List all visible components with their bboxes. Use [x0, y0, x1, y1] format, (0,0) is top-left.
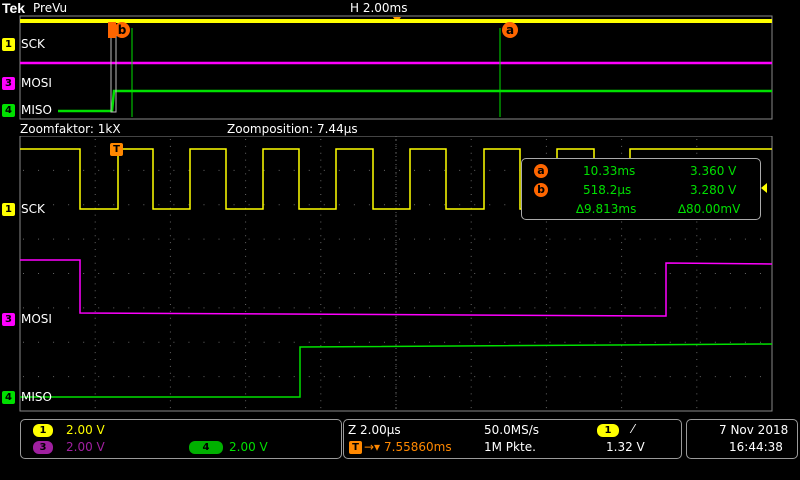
readout-b-letter: b	[537, 183, 545, 196]
ch4-marker-icon: 4	[2, 104, 15, 117]
trigger-level-arrow-icon	[761, 183, 767, 193]
readout-b-icon: b	[534, 183, 548, 197]
date: 7 Nov 2018	[719, 423, 789, 437]
datetime-panel: 7 Nov 2018 16:44:38	[686, 419, 798, 459]
footer-ch3-icon: 3	[33, 441, 53, 454]
trigger-arrow-icon: →▾	[364, 440, 381, 454]
readout-a-letter: a	[537, 164, 545, 177]
zoom-ch3-marker-icon: 3	[2, 313, 15, 326]
overview-border	[19, 15, 773, 120]
readout-b-time: 518.2µs	[583, 183, 632, 197]
zoom-ch4-marker-icon: 4	[2, 391, 15, 404]
sample-rate: 50.0MS/s	[484, 423, 539, 437]
ch3-name: MOSI	[21, 76, 52, 90]
trigger-source-icon: 1	[597, 424, 619, 437]
footer-ch4-icon: 4	[189, 441, 223, 454]
readout-a-volt: 3.360 V	[690, 164, 737, 178]
sck-overview-trace	[20, 19, 772, 23]
record-length: 1M Pkte.	[484, 440, 536, 454]
footer-ch1-scale: 2.00 V	[66, 423, 105, 437]
trigger-marker-zoom: T	[110, 143, 123, 156]
zoom-time-scale: Z 2.00µs	[348, 423, 401, 437]
cursor-b-label: b	[117, 23, 127, 37]
vertical-settings-panel[interactable]: 1 2.00 V 3 2.00 V 4 2.00 V	[20, 419, 342, 459]
trigger-marker-label: T	[113, 144, 120, 155]
ch1-marker-icon: 1	[2, 38, 15, 51]
ch1-name: SCK	[21, 37, 45, 51]
trigger-position-icon-footer: T	[349, 441, 362, 454]
trigger-tag-overview	[108, 22, 116, 38]
readout-delta-volt: ∆80.00mV	[678, 202, 741, 216]
footer-ch3-scale: 2.00 V	[66, 440, 105, 454]
zoom-factor: Zoomfaktor: 1kX	[20, 122, 121, 136]
zoom-ch3-name: MOSI	[21, 312, 52, 326]
horizontal-scale[interactable]: H 2.00ms	[350, 1, 408, 15]
footer-ch1-icon: 1	[33, 424, 53, 437]
acquisition-mode: PreVu	[33, 1, 68, 15]
ch3-marker-icon: 3	[2, 77, 15, 90]
zoom-position: Zoomposition: 7.44µs	[227, 122, 358, 136]
zoom-ch1-marker-icon: 1	[2, 203, 15, 216]
time: 16:44:38	[729, 440, 783, 454]
ch4-name: MISO	[21, 103, 52, 117]
zoom-ch4-name: MISO	[21, 390, 52, 404]
cursor-a-label: a	[505, 23, 515, 37]
zoom-ch1-name: SCK	[21, 202, 45, 216]
readout-a-time: 10.33ms	[583, 164, 636, 178]
cursor-b-tag[interactable]: b	[114, 22, 130, 38]
readout-b-volt: 3.280 V	[690, 183, 737, 197]
footer-ch4-scale: 2.00 V	[229, 440, 268, 454]
horizontal-trigger-panel[interactable]: Z 2.00µs 50.0MS/s T →▾ 7.55860ms 1M Pkte…	[343, 419, 682, 459]
trigger-slope-icon: ⁄	[632, 422, 635, 436]
trigger-position-value: 7.55860ms	[384, 440, 452, 454]
cursor-a-tag[interactable]: a	[502, 22, 518, 38]
readout-a-icon: a	[534, 164, 548, 178]
cursor-readout-panel: a 10.33ms 3.360 V b 518.2µs 3.280 V ∆9.8…	[521, 158, 761, 220]
trigger-level: 1.32 V	[606, 440, 645, 454]
readout-delta-time: ∆9.813ms	[576, 202, 637, 216]
